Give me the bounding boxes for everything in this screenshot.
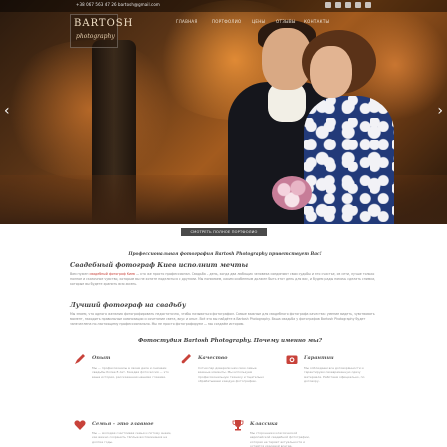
section-title-wedding-photographer: Свадебный фотограф Киев исполнит мечты — [70, 261, 249, 269]
chevron-right-icon[interactable]: › — [437, 104, 443, 118]
pen-icon — [75, 354, 85, 364]
nav-item-portfolio[interactable]: ПОРТФОЛИО — [212, 19, 241, 24]
facebook-icon[interactable] — [325, 2, 331, 8]
section-title-why-us: Фотостудия Bartosh Photography. Почему и… — [137, 338, 323, 344]
nav-item-prices[interactable]: ЦЕНЫ — [252, 19, 265, 24]
view-portfolio-button[interactable]: СМОТРЕТЬ ПОЛНОЕ ПОРТФОЛИО — [181, 228, 267, 236]
instagram-icon[interactable] — [345, 2, 351, 8]
hero-slider: +38 067 563 47 26 bartosh@gmail.com BART… — [0, 0, 447, 224]
email-link[interactable]: bartosh@gmail.com — [118, 2, 160, 7]
trophy-icon — [232, 420, 244, 431]
nav-item-home[interactable]: ГЛАВНАЯ — [176, 19, 198, 24]
section-text-best-photographer: Мы знаем, что одного желания фотографиро… — [70, 312, 375, 326]
nav-item-contacts[interactable]: КОНТАКТЫ — [304, 19, 329, 24]
hero-woman — [304, 96, 394, 224]
top-bar: +38 067 563 47 26 bartosh@gmail.com — [0, 0, 447, 12]
nav-item-reviews[interactable]: ОТЗЫВЫ — [276, 19, 296, 24]
intro-heading: Профессиональная фотография Bartosh Phot… — [128, 252, 322, 257]
twitter-icon[interactable] — [355, 2, 361, 8]
youtube-icon[interactable] — [365, 2, 371, 8]
brush-icon — [181, 354, 191, 364]
photographer-link[interactable]: свадебный фотограф Киев — [89, 272, 134, 276]
phone-number[interactable]: +38 067 563 47 26 — [76, 2, 117, 7]
bouquet — [272, 176, 312, 210]
section-title-best-photographer: Лучший фотограф на свадьбу — [70, 301, 186, 309]
vk-icon[interactable] — [335, 2, 341, 8]
site-logo[interactable]: BARTOSH photography — [70, 14, 132, 48]
chevron-left-icon[interactable]: ‹ — [4, 104, 10, 118]
section-text-wedding-photographer: Вам нужен свадебный фотограф Киев — кто … — [70, 272, 376, 286]
heart-icon — [74, 420, 86, 430]
camera-icon — [286, 355, 298, 364]
